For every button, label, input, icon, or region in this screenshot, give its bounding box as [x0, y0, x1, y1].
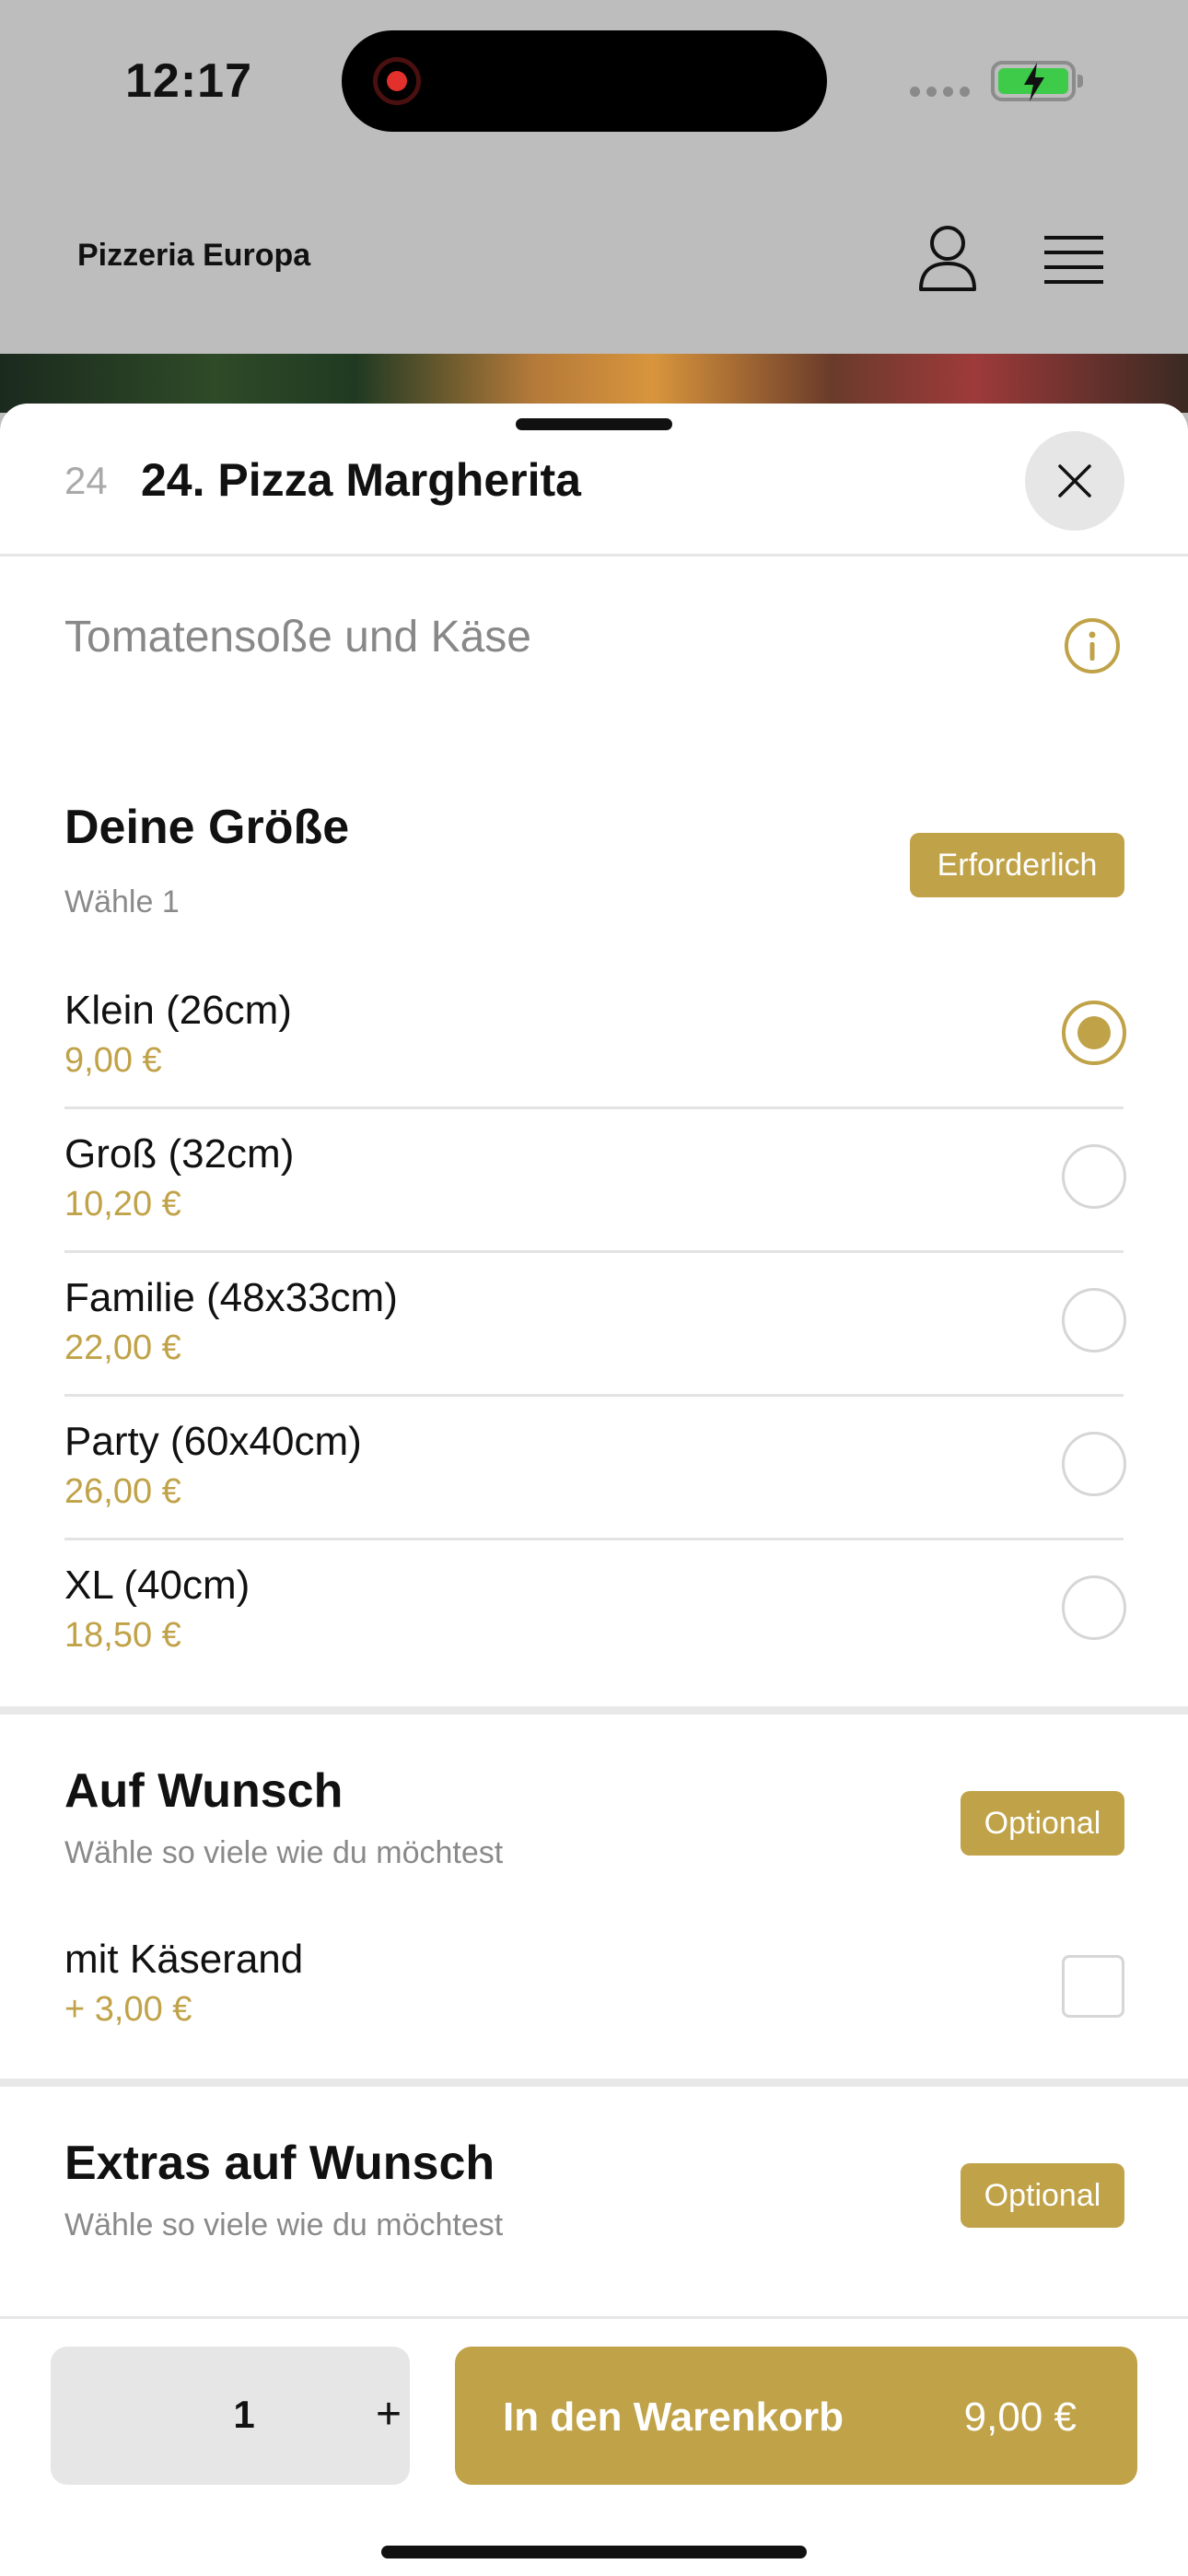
option-price: + 3,00 €: [64, 1990, 192, 2029]
section-separator: [0, 1706, 1188, 1715]
product-title: 24. Pizza Margherita: [141, 454, 581, 506]
user-icon[interactable]: [917, 223, 978, 293]
status-time: 12:17: [125, 54, 252, 108]
option-label: mit Käserand: [64, 1937, 304, 1982]
brand-name[interactable]: Pizzeria Europa: [77, 238, 310, 274]
quantity-value: 1: [233, 2393, 255, 2436]
sheet-header: 24 24. Pizza Margherita: [0, 404, 1188, 556]
extras-section-subtitle: Wähle so viele wie du möchtest: [64, 2207, 504, 2242]
option-label: Familie (48x33cm): [64, 1275, 398, 1320]
option-label: Klein (26cm): [64, 988, 292, 1033]
checkbox[interactable]: [1062, 1955, 1124, 2018]
size-section-title: Deine Größe: [64, 801, 350, 854]
home-indicator[interactable]: [381, 2546, 807, 2558]
size-section-subtitle: Wähle 1: [64, 884, 180, 919]
section-separator: [0, 2078, 1188, 2087]
size-option[interactable]: Party (60x40cm) 26,00 €: [64, 1397, 1126, 1540]
optional-badge: Optional: [961, 2163, 1124, 2228]
size-option[interactable]: Groß (32cm) 10,20 €: [64, 1109, 1126, 1253]
option-price: 10,20 €: [64, 1185, 181, 1224]
size-option[interactable]: Familie (48x33cm) 22,00 €: [64, 1253, 1126, 1397]
wish-section-subtitle: Wähle so viele wie du möchtest: [64, 1835, 504, 1870]
size-option[interactable]: XL (40cm) 18,50 €: [64, 1540, 1126, 1684]
option-price: 22,00 €: [64, 1329, 181, 1367]
product-sheet: 24 24. Pizza Margherita Tomatensoße und …: [0, 404, 1188, 2576]
option-price: 18,50 €: [64, 1616, 181, 1655]
radio-button[interactable]: [1062, 1432, 1126, 1496]
increase-quantity-button[interactable]: +: [364, 2389, 413, 2440]
record-icon: [373, 57, 421, 105]
status-bar: 12:17: [0, 0, 1188, 166]
required-badge: Erforderlich: [910, 833, 1124, 897]
cart-price: 9,00 €: [963, 2395, 1077, 2440]
info-icon[interactable]: [1064, 617, 1121, 674]
battery-icon: [991, 61, 1083, 101]
wish-section-title: Auf Wunsch: [64, 1764, 344, 1818]
add-to-cart-button[interactable]: In den Warenkorb 9,00 €: [455, 2347, 1137, 2485]
signal-icon: [910, 87, 971, 97]
extras-section-title: Extras auf Wunsch: [64, 2137, 495, 2190]
wish-option[interactable]: mit Käserand + 3,00 €: [64, 1914, 1124, 2058]
hamburger-menu-icon[interactable]: [1044, 234, 1103, 286]
bottom-bar: 1 + In den Warenkorb 9,00 €: [0, 2316, 1188, 2576]
option-label: Groß (32cm): [64, 1131, 295, 1177]
radio-button[interactable]: [1062, 1144, 1126, 1209]
radio-button[interactable]: [1062, 1575, 1126, 1640]
radio-button[interactable]: [1062, 1288, 1126, 1352]
close-icon: [1058, 464, 1091, 498]
add-to-cart-label: In den Warenkorb: [503, 2395, 844, 2440]
close-button[interactable]: [1025, 431, 1124, 531]
product-description: Tomatensoße und Käse: [64, 613, 531, 662]
option-price: 9,00 €: [64, 1041, 162, 1080]
size-option[interactable]: Klein (26cm) 9,00 €: [64, 966, 1126, 1109]
radio-button[interactable]: [1062, 1001, 1126, 1065]
quantity-stepper[interactable]: 1 +: [51, 2347, 410, 2485]
item-number: 24: [64, 459, 108, 502]
option-label: XL (40cm): [64, 1563, 250, 1608]
app-header: Pizzeria Europa: [0, 166, 1188, 354]
dynamic-island: [342, 30, 827, 132]
option-label: Party (60x40cm): [64, 1419, 362, 1464]
option-price: 26,00 €: [64, 1472, 181, 1511]
optional-badge: Optional: [961, 1791, 1124, 1856]
